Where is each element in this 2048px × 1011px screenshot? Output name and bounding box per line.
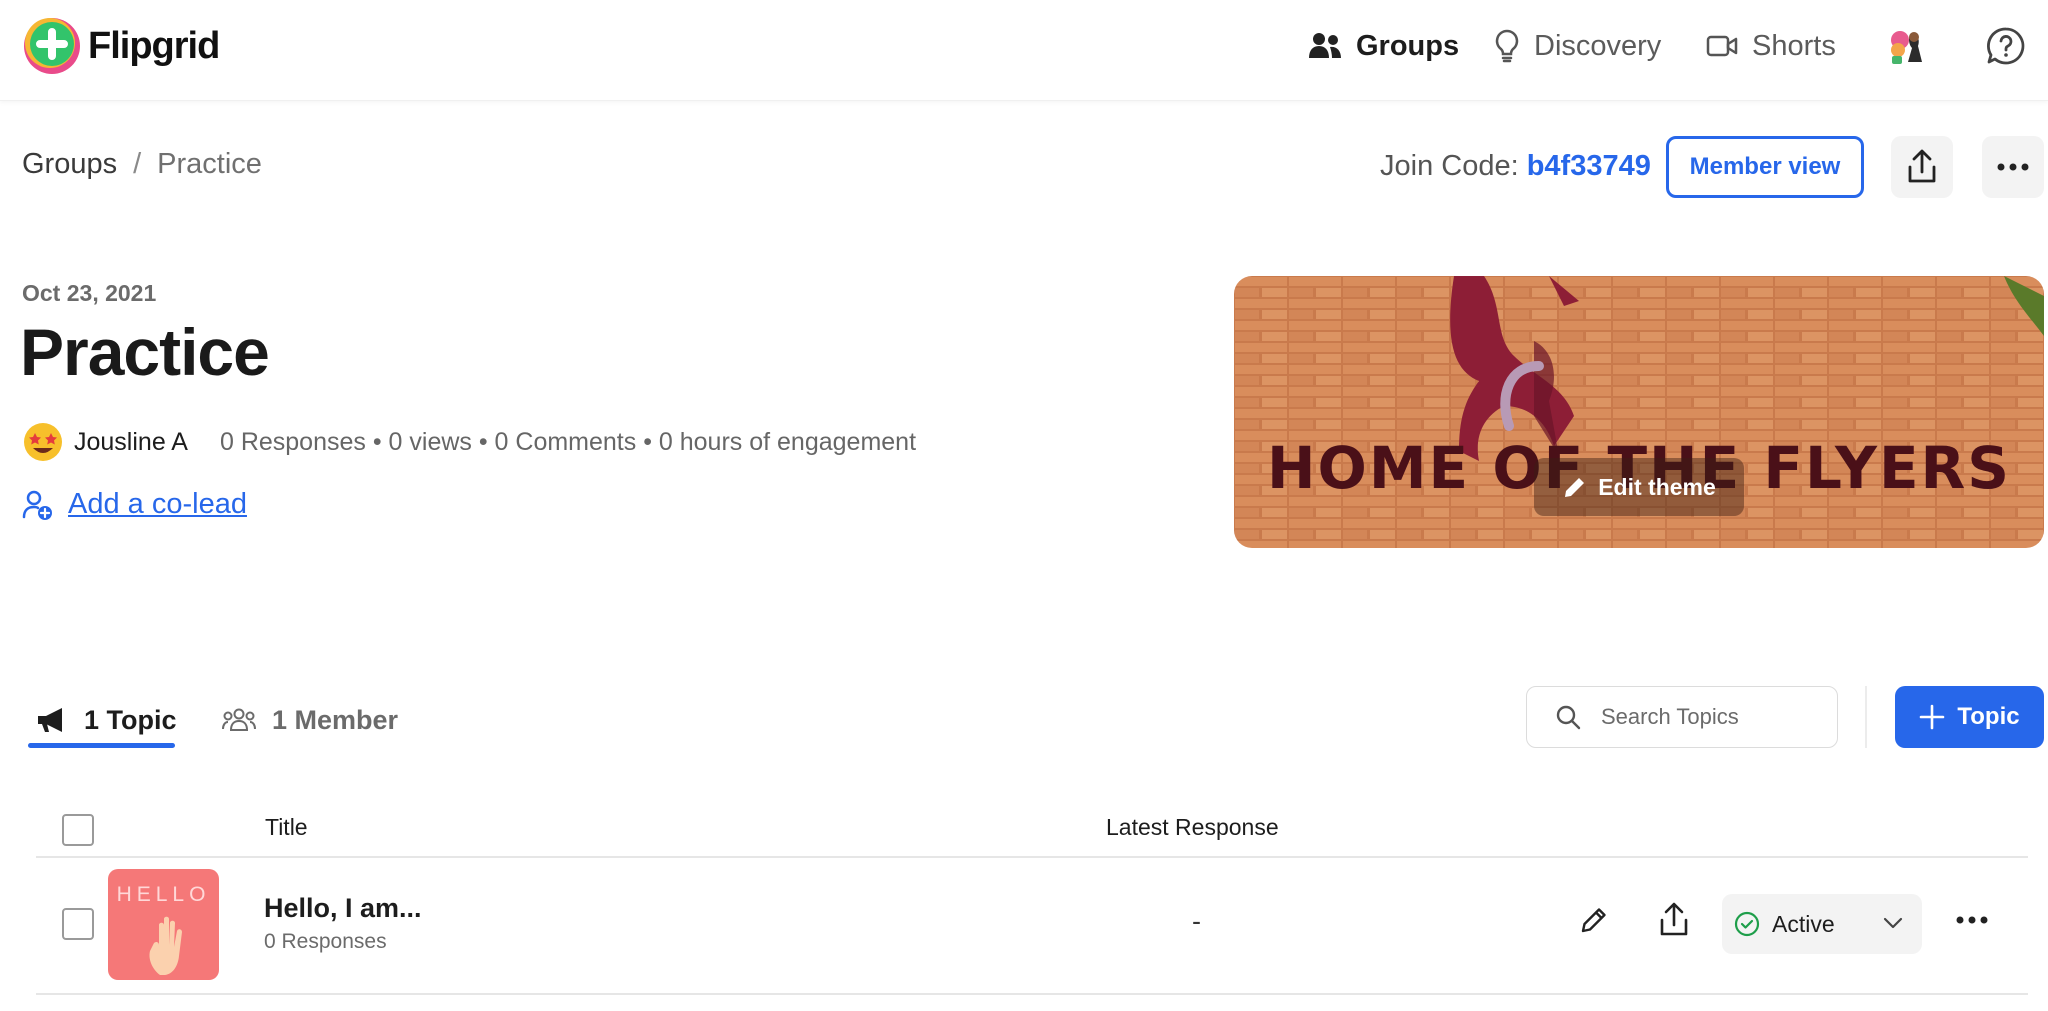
topic-thumbnail-text: HELLO — [116, 883, 211, 906]
topic-latest-response: - — [1192, 906, 1201, 936]
column-header-latest-response[interactable]: Latest Response — [1106, 814, 1279, 841]
tab-topics[interactable]: 1 Topic — [36, 700, 177, 740]
toolbar-divider — [1865, 686, 1867, 748]
breadcrumb-current: Practice — [157, 148, 262, 180]
groups-icon — [1309, 33, 1341, 58]
megaphone-icon — [38, 708, 62, 732]
nav-discovery-label: Discovery — [1534, 29, 1662, 62]
waving-hand-icon — [149, 916, 182, 975]
edit-theme-button[interactable]: Edit theme — [1534, 458, 1744, 516]
group-owner-name[interactable]: Jousline A — [74, 428, 188, 457]
more-horizontal-icon — [1997, 163, 2029, 171]
share-topic-button[interactable] — [1652, 898, 1696, 942]
nav-groups-label: Groups — [1356, 29, 1460, 62]
join-code-label: Join Code: — [1380, 150, 1527, 182]
join-code-value[interactable]: b4f33749 — [1527, 150, 1651, 182]
members-icon — [222, 708, 256, 731]
share-button[interactable] — [1891, 136, 1953, 198]
search-topics-field[interactable] — [1526, 686, 1838, 748]
topic-status-label: Active — [1772, 910, 1835, 937]
nav-shorts[interactable]: Shorts — [1706, 24, 1836, 68]
flipgrid-logo-icon — [24, 18, 80, 74]
chevron-down-icon — [1883, 917, 1903, 929]
add-colead-link[interactable]: Add a co-lead — [22, 488, 247, 521]
group-theme-banner: HOME OF THE FLYERS Edit theme — [1234, 276, 2044, 548]
column-header-title[interactable]: Title — [265, 814, 308, 841]
breadcrumb: Groups / Practice — [22, 148, 262, 181]
table-row-divider — [36, 993, 2028, 995]
user-avatar-icon[interactable] — [1886, 24, 1930, 68]
nav-shorts-label: Shorts — [1752, 29, 1836, 62]
page-title: Practice — [20, 315, 270, 389]
pencil-icon — [1581, 908, 1606, 933]
lightbulb-icon — [1495, 29, 1519, 63]
table-header-divider — [36, 856, 2028, 858]
topic-responses-count: 0 Responses — [264, 930, 387, 953]
pencil-icon — [1565, 478, 1585, 497]
help-icon[interactable] — [1986, 26, 2026, 66]
join-code: Join Code: b4f33749 — [1380, 150, 1651, 183]
more-options-button[interactable] — [1982, 136, 2044, 198]
add-topic-label: Topic — [1957, 703, 2020, 730]
topic-thumbnail[interactable]: HELLO — [108, 869, 219, 980]
check-circle-icon — [1734, 911, 1760, 937]
video-camera-icon — [1706, 35, 1738, 57]
more-horizontal-icon — [1956, 916, 1988, 924]
share-icon — [1660, 902, 1688, 936]
add-topic-button[interactable]: Topic — [1895, 686, 2044, 748]
share-icon — [1908, 149, 1936, 183]
top-navigation: Flipgrid Groups Discovery Shorts — [0, 0, 2048, 101]
group-owner-row: Jousline A 0 Responses • 0 views • 0 Com… — [22, 420, 916, 464]
select-all-checkbox[interactable] — [62, 814, 94, 846]
topic-status-dropdown[interactable]: Active — [1722, 894, 1922, 954]
breadcrumb-groups-link[interactable]: Groups — [22, 148, 117, 181]
member-view-button[interactable]: Member view — [1666, 136, 1864, 198]
row-checkbox[interactable] — [62, 908, 94, 940]
add-colead-label[interactable]: Add a co-lead — [68, 488, 247, 521]
add-person-icon — [22, 490, 52, 520]
active-tab-indicator — [28, 743, 175, 748]
nav-discovery[interactable]: Discovery — [1494, 24, 1661, 68]
search-icon — [1556, 705, 1581, 730]
search-topics-input[interactable] — [1601, 704, 1821, 730]
plus-icon — [1920, 704, 1945, 730]
tab-members-label: 1 Member — [272, 704, 399, 735]
edit-theme-label: Edit theme — [1598, 473, 1716, 500]
group-date: Oct 23, 2021 — [22, 280, 157, 306]
flipgrid-logo[interactable]: Flipgrid — [22, 16, 220, 76]
tab-members[interactable]: 1 Member — [222, 700, 398, 740]
breadcrumb-separator: / — [133, 148, 142, 180]
app-name: Flipgrid — [88, 24, 220, 67]
nav-groups[interactable]: Groups — [1308, 24, 1459, 68]
topic-more-options-button[interactable] — [1950, 898, 1994, 942]
edit-topic-button[interactable] — [1572, 898, 1616, 942]
star-struck-emoji-icon — [24, 423, 62, 461]
topic-title[interactable]: Hello, I am... — [264, 893, 422, 924]
tab-topics-label: 1 Topic — [84, 704, 177, 735]
group-stats: 0 Responses • 0 views • 0 Comments • 0 h… — [219, 427, 917, 456]
